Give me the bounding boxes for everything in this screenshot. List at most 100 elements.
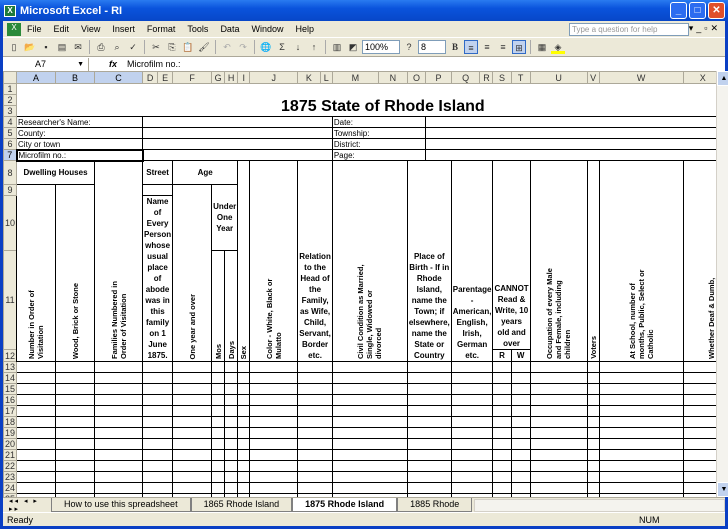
column-header-o[interactable]: O xyxy=(406,71,427,84)
data-cell[interactable] xyxy=(297,372,333,384)
data-cell[interactable] xyxy=(586,438,600,450)
data-cell[interactable] xyxy=(224,460,239,472)
data-cell[interactable] xyxy=(529,361,588,373)
data-cell[interactable] xyxy=(211,405,226,417)
data-cell[interactable] xyxy=(297,383,333,395)
copy-icon[interactable]: ⎘ xyxy=(165,40,179,54)
menu-format[interactable]: Format xyxy=(147,24,176,34)
row-header[interactable]: 9 xyxy=(3,184,18,196)
page-input[interactable] xyxy=(425,149,716,161)
row-header[interactable]: 8 xyxy=(3,160,18,185)
data-cell[interactable] xyxy=(529,383,588,395)
data-cell[interactable] xyxy=(586,383,600,395)
fill-color-icon[interactable]: ◈ xyxy=(551,40,565,54)
permission-icon[interactable]: ▤ xyxy=(55,40,69,54)
data-cell[interactable] xyxy=(331,405,408,417)
menu-file[interactable]: File xyxy=(27,24,42,34)
spelling-icon[interactable]: ✓ xyxy=(126,40,140,54)
data-cell[interactable] xyxy=(492,460,512,472)
data-cell[interactable] xyxy=(297,405,333,417)
menu-tools[interactable]: Tools xyxy=(187,24,208,34)
print-icon[interactable]: ⎙ xyxy=(94,40,108,54)
data-cell[interactable] xyxy=(450,394,494,406)
row-header[interactable]: 10 xyxy=(3,195,18,251)
chart-wizard-icon[interactable]: ▥ xyxy=(330,40,344,54)
column-header-n[interactable]: N xyxy=(377,71,408,84)
data-cell[interactable] xyxy=(492,438,512,450)
data-cell[interactable] xyxy=(94,471,144,483)
chevron-down-icon[interactable]: ▼ xyxy=(77,58,84,71)
column-header-t[interactable]: T xyxy=(510,71,531,84)
data-cell[interactable] xyxy=(297,449,333,461)
row-header[interactable]: 4 xyxy=(3,116,18,128)
redo-icon[interactable]: ↷ xyxy=(236,40,250,54)
sort-ascending-icon[interactable]: ↓ xyxy=(291,40,305,54)
data-cell[interactable] xyxy=(249,482,299,494)
data-cell[interactable] xyxy=(55,383,96,395)
data-cell[interactable] xyxy=(249,372,299,384)
data-cell[interactable] xyxy=(249,361,299,373)
data-cell[interactable] xyxy=(249,394,299,406)
help-icon[interactable]: ? xyxy=(402,40,416,54)
data-cell[interactable] xyxy=(682,427,716,439)
data-cell[interactable] xyxy=(211,372,226,384)
data-cell[interactable] xyxy=(297,460,333,472)
row-header[interactable]: 12 xyxy=(3,349,18,362)
data-cell[interactable] xyxy=(598,416,684,428)
worksheet-grid[interactable]: ABCDEFGHIJKLMNOPQRSTUVWXYZ 1 21875 State… xyxy=(3,71,716,497)
data-cell[interactable] xyxy=(492,383,512,395)
county-label[interactable]: County: xyxy=(16,127,144,139)
data-cell[interactable] xyxy=(586,372,600,384)
data-cell[interactable] xyxy=(172,372,213,384)
data-cell[interactable] xyxy=(94,394,144,406)
data-cell[interactable] xyxy=(211,449,226,461)
page-label[interactable]: Page: xyxy=(331,149,427,161)
row-header[interactable]: 3 xyxy=(3,105,18,117)
tab-1865-rhode-island[interactable]: 1865 Rhode Island xyxy=(190,498,293,512)
row-header[interactable]: 22 xyxy=(3,460,18,472)
data-cell[interactable] xyxy=(94,449,144,461)
data-cell[interactable] xyxy=(331,460,408,472)
row-header[interactable]: 15 xyxy=(3,383,18,395)
data-cell[interactable] xyxy=(586,482,600,494)
menu-edit[interactable]: Edit xyxy=(54,24,70,34)
data-cell[interactable] xyxy=(55,361,96,373)
data-cell[interactable] xyxy=(172,438,213,450)
data-cell[interactable] xyxy=(510,471,531,483)
data-cell[interactable] xyxy=(598,427,684,439)
tab-how-to-use[interactable]: How to use this spreadsheet xyxy=(51,498,191,512)
data-cell[interactable] xyxy=(16,405,57,417)
undo-icon[interactable]: ↶ xyxy=(220,40,234,54)
data-cell[interactable] xyxy=(450,449,494,461)
data-cell[interactable] xyxy=(529,427,588,439)
data-cell[interactable] xyxy=(55,460,96,472)
data-cell[interactable] xyxy=(682,482,716,494)
data-cell[interactable] xyxy=(598,438,684,450)
data-cell[interactable] xyxy=(406,372,452,384)
column-header-a[interactable]: A xyxy=(16,71,57,84)
data-cell[interactable] xyxy=(682,372,716,384)
data-cell[interactable] xyxy=(331,372,408,384)
column-header-v[interactable]: V xyxy=(586,71,600,84)
data-cell[interactable] xyxy=(331,383,408,395)
paste-icon[interactable]: 📋 xyxy=(181,40,195,54)
formula-input[interactable]: Microfilm no.: xyxy=(113,59,181,69)
data-cell[interactable] xyxy=(492,482,512,494)
data-cell[interactable] xyxy=(142,416,174,428)
column-header-h[interactable]: H xyxy=(224,71,239,84)
data-cell[interactable] xyxy=(142,405,174,417)
data-cell[interactable] xyxy=(224,372,239,384)
data-cell[interactable] xyxy=(55,449,96,461)
data-cell[interactable] xyxy=(94,427,144,439)
data-cell[interactable] xyxy=(586,449,600,461)
data-cell[interactable] xyxy=(406,405,452,417)
data-cell[interactable] xyxy=(529,471,588,483)
column-header-c[interactable]: C xyxy=(94,71,144,84)
new-icon[interactable]: ▯ xyxy=(7,40,21,54)
data-cell[interactable] xyxy=(172,449,213,461)
data-cell[interactable] xyxy=(211,482,226,494)
data-cell[interactable] xyxy=(510,383,531,395)
column-header-i[interactable]: I xyxy=(237,71,251,84)
data-cell[interactable] xyxy=(94,438,144,450)
data-cell[interactable] xyxy=(529,482,588,494)
